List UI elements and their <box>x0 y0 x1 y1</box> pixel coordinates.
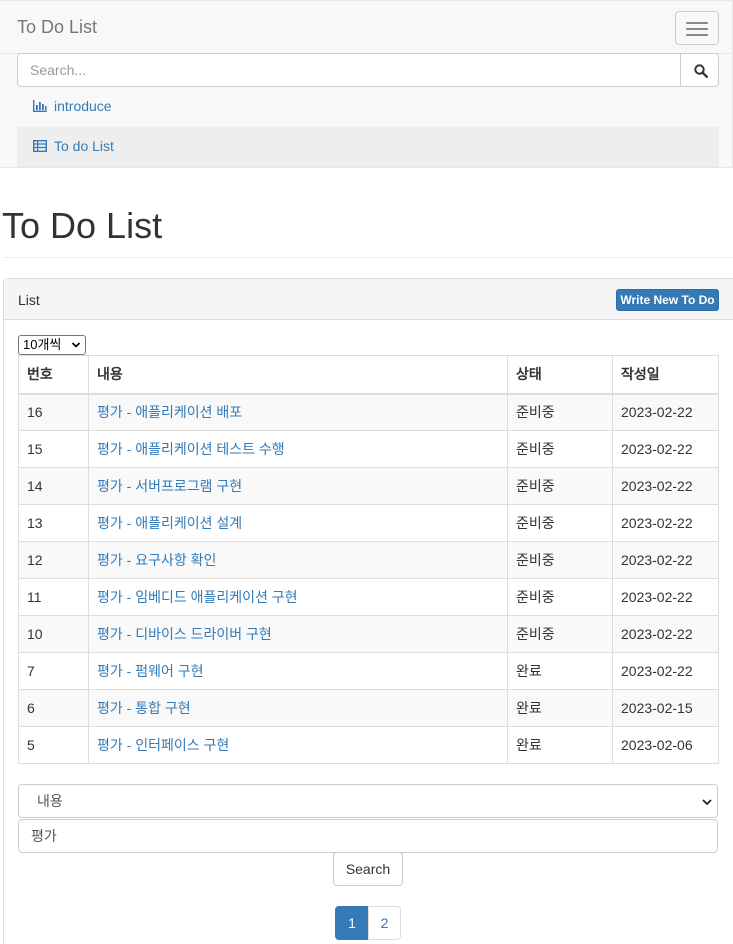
cell-content: 평가 - 통합 구현 <box>88 689 508 727</box>
cell-no: 13 <box>18 504 89 542</box>
cell-content: 평가 - 인터페이스 구현 <box>88 726 508 764</box>
page-title: To Do List <box>2 205 163 246</box>
chevron-down-icon <box>71 342 81 348</box>
todo-link[interactable]: 평가 - 임베디드 애플리케이션 구현 <box>97 589 298 605</box>
cell-status: 준비중 <box>507 578 613 616</box>
todo-link[interactable]: 평가 - 애플리케이션 설계 <box>97 515 242 531</box>
cell-no: 14 <box>18 467 89 505</box>
table-row: 7 평가 - 펌웨어 구현 완료 2023-02-22 <box>18 652 719 690</box>
navbar-search <box>17 53 719 87</box>
cell-date: 2023-02-06 <box>612 726 719 764</box>
page-size-value: 10개씩 <box>23 337 62 352</box>
table-row: 13 평가 - 애플리케이션 설계 준비중 2023-02-22 <box>18 504 719 542</box>
page-link-1[interactable]: 1 <box>335 906 369 940</box>
cell-status: 준비중 <box>507 615 613 653</box>
title-divider <box>3 257 733 258</box>
todo-link[interactable]: 평가 - 애플리케이션 테스트 수행 <box>97 441 285 457</box>
cell-no: 10 <box>18 615 89 653</box>
panel-heading-label: List <box>18 292 40 308</box>
todo-link[interactable]: 평가 - 펌웨어 구현 <box>97 663 204 679</box>
cell-no: 5 <box>18 726 89 764</box>
chevron-down-icon <box>702 799 712 806</box>
todo-table: 번호 내용 상태 작성일 16 평가 - 애플리케이션 배포 준비중 2023-02-… <box>18 355 719 764</box>
table-row: 12 평가 - 요구사항 확인 준비중 2023-02-22 <box>18 541 719 579</box>
search-field-select[interactable]: 내용 <box>18 784 718 818</box>
column-header-no[interactable]: 번호 <box>18 355 89 395</box>
cell-content: 평가 - 애플리케이션 설계 <box>88 504 508 542</box>
cell-no: 7 <box>18 652 89 690</box>
sidebar-item-todo-list[interactable]: To do List <box>17 127 719 167</box>
page-size-select[interactable]: 10개씩 <box>18 335 86 355</box>
page-link-2[interactable]: 2 <box>368 906 401 940</box>
cell-status: 준비중 <box>507 430 613 468</box>
cell-content: 평가 - 서버프로그램 구현 <box>88 467 508 505</box>
table-row: 16 평가 - 애플리케이션 배포 준비중 2023-02-22 <box>18 393 719 431</box>
table-row: 14 평가 - 서버프로그램 구현 준비중 2023-02-22 <box>18 467 719 505</box>
cell-date: 2023-02-22 <box>612 393 719 431</box>
brand-title[interactable]: To Do List <box>17 17 97 38</box>
cell-content: 평가 - 펌웨어 구현 <box>88 652 508 690</box>
search-icon <box>694 64 708 78</box>
cell-date: 2023-02-22 <box>612 578 719 616</box>
cell-date: 2023-02-22 <box>612 652 719 690</box>
cell-no: 15 <box>18 430 89 468</box>
todo-link[interactable]: 평가 - 서버프로그램 구현 <box>97 478 242 494</box>
table-row: 15 평가 - 애플리케이션 테스트 수행 준비중 2023-02-22 <box>18 430 719 468</box>
column-header-content[interactable]: 내용 <box>88 355 508 395</box>
search-button[interactable] <box>680 53 719 87</box>
cell-content: 평가 - 애플리케이션 배포 <box>88 393 508 431</box>
todo-link[interactable]: 평가 - 애플리케이션 배포 <box>97 404 242 420</box>
cell-status: 완료 <box>507 689 613 727</box>
cell-date: 2023-02-15 <box>612 689 719 727</box>
todo-link[interactable]: 평가 - 통합 구현 <box>97 700 191 716</box>
write-new-todo-button[interactable]: Write New To Do <box>616 289 719 311</box>
menu-toggle-button[interactable] <box>675 11 719 45</box>
sidebar-item-label: introduce <box>54 98 112 114</box>
cell-date: 2023-02-22 <box>612 504 719 542</box>
column-header-status[interactable]: 상태 <box>507 355 613 395</box>
panel-heading: List Write New To Do <box>4 279 733 320</box>
cell-status: 준비중 <box>507 467 613 505</box>
todo-link[interactable]: 평가 - 디바이스 드라이버 구현 <box>97 626 272 642</box>
cell-status: 완료 <box>507 726 613 764</box>
cell-date: 2023-02-22 <box>612 467 719 505</box>
keyword-input[interactable] <box>18 819 718 853</box>
table-row: 5 평가 - 인터페이스 구현 완료 2023-02-06 <box>18 726 719 764</box>
cell-content: 평가 - 요구사항 확인 <box>88 541 508 579</box>
todo-link[interactable]: 평가 - 인터페이스 구현 <box>97 737 229 753</box>
table-row: 11 평가 - 임베디드 애플리케이션 구현 준비중 2023-02-22 <box>18 578 719 616</box>
todo-link[interactable]: 평가 - 요구사항 확인 <box>97 552 216 568</box>
sidebar-item-introduce[interactable]: introduce <box>17 87 719 127</box>
cell-date: 2023-02-22 <box>612 541 719 579</box>
cell-status: 완료 <box>507 652 613 690</box>
cell-no: 11 <box>18 578 89 616</box>
column-header-date[interactable]: 작성일 <box>612 355 719 395</box>
search-input[interactable] <box>17 53 681 87</box>
sidebar-item-label: To do List <box>54 138 114 154</box>
table-row: 6 평가 - 통합 구현 완료 2023-02-15 <box>18 689 719 727</box>
table-header-row: 번호 내용 상태 작성일 <box>18 355 719 395</box>
cell-status: 준비중 <box>507 393 613 431</box>
search-field-value: 내용 <box>37 793 63 809</box>
cell-no: 6 <box>18 689 89 727</box>
table-row: 10 평가 - 디바이스 드라이버 구현 준비중 2023-02-22 <box>18 615 719 653</box>
cell-content: 평가 - 임베디드 애플리케이션 구현 <box>88 578 508 616</box>
cell-no: 12 <box>18 541 89 579</box>
cell-status: 준비중 <box>507 541 613 579</box>
search-submit-button[interactable]: Search <box>333 852 403 886</box>
bar-chart-icon <box>33 100 47 112</box>
cell-date: 2023-02-22 <box>612 430 719 468</box>
cell-status: 준비중 <box>507 504 613 542</box>
table-icon <box>33 140 47 152</box>
cell-date: 2023-02-22 <box>612 615 719 653</box>
cell-content: 평가 - 디바이스 드라이버 구현 <box>88 615 508 653</box>
cell-content: 평가 - 애플리케이션 테스트 수행 <box>88 430 508 468</box>
cell-no: 16 <box>18 393 89 431</box>
